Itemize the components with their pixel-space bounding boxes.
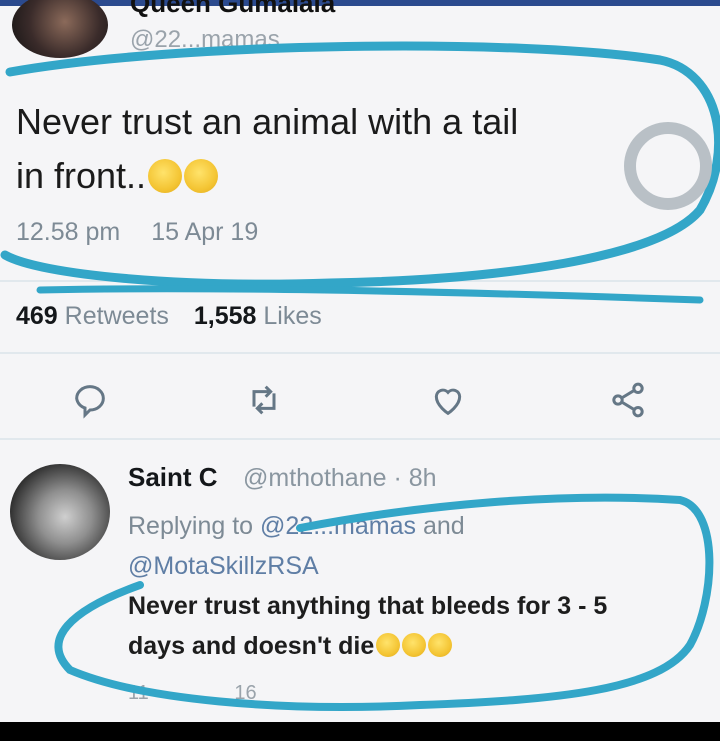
retweets-label[interactable]: Retweets [65, 302, 169, 330]
reply-actions: 11 16 [128, 682, 337, 705]
replying-user-link[interactable]: @MotaSkillzRSA [128, 552, 319, 580]
heart-icon[interactable] [428, 380, 468, 420]
tweet-text: Never trust an animal with a tail in fro… [16, 95, 656, 203]
replying-to: Replying to @22...mamas and @MotaSkillzR… [128, 506, 628, 586]
author-handle[interactable]: @22...mamas [130, 26, 280, 54]
replying-and: and [422, 512, 465, 540]
share-icon[interactable] [608, 380, 648, 420]
retweets-count: 469 [16, 302, 58, 330]
reply-text: Never trust anything that bleeds for 3 -… [128, 586, 688, 666]
reply-text-line1: Never trust anything that bleeds for 3 -… [128, 592, 608, 620]
divider [0, 352, 720, 354]
tweet-text-line2-wrap: in front.. [16, 149, 656, 203]
smile-emoji-icon [148, 159, 183, 193]
smile-emoji-icon [428, 633, 453, 657]
avatar[interactable] [10, 464, 110, 560]
reply-author-handle[interactable]: @mthothane · 8h [243, 464, 437, 493]
likes-count: 1,558 [193, 302, 257, 330]
tweet-text-line1: Never trust an animal with a tail [16, 101, 519, 142]
comment-icon[interactable] [70, 380, 110, 420]
tweet-text-line2: in front.. [16, 155, 147, 196]
tweet-stats: 469 Retweets 1,558 Likes [16, 302, 322, 331]
retweet-icon[interactable] [244, 380, 284, 420]
replying-prefix: Replying to [128, 512, 254, 540]
reply-text-line2: days and doesn't die [128, 632, 375, 660]
divider [0, 438, 720, 440]
tweet-date: 15 Apr 19 [151, 218, 259, 246]
tweet-timestamp: 12.58 pm 15 Apr 19 [16, 218, 282, 247]
smile-emoji-icon [184, 159, 219, 193]
smile-emoji-icon [402, 633, 427, 657]
avatar[interactable] [12, 0, 108, 58]
likes-label[interactable]: Likes [263, 302, 321, 330]
bottom-navigation-bar [0, 722, 720, 741]
reply-author-name[interactable]: Saint C [128, 462, 218, 493]
reply-retweet-count[interactable]: 16 [234, 682, 256, 705]
smile-emoji-icon [376, 633, 401, 657]
tweet-time: 12.58 pm [16, 218, 121, 246]
replying-user-link[interactable]: @22...mamas [260, 512, 416, 540]
reply-count[interactable]: 11 [128, 682, 149, 705]
author-name[interactable]: Queen Gumalala [130, 0, 335, 19]
top-status-strip [0, 0, 720, 6]
reply-text-line2-wrap: days and doesn't die [128, 626, 688, 666]
divider [0, 280, 720, 282]
